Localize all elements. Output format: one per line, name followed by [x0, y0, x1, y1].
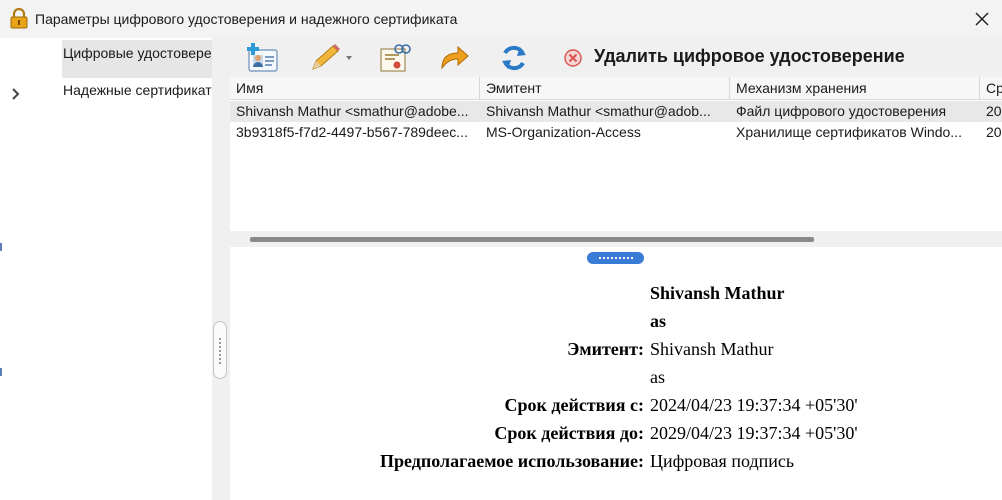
sidebar-item-digital-ids[interactable]: Цифровые удостоверения	[62, 40, 212, 78]
column-header-name[interactable]: Имя	[230, 77, 480, 100]
category-panel: Цифровые удостоверения Надежные сертифик…	[56, 38, 212, 500]
export-button[interactable]	[434, 38, 474, 77]
detail-usage-label: Предполагаемое использование:	[379, 451, 644, 471]
delete-button[interactable]	[560, 38, 586, 77]
toolbar: Удалить цифровое удостоверение	[230, 38, 1002, 77]
title-bar: Параметры цифрового удостоверения и наде…	[0, 0, 1002, 38]
refresh-button[interactable]	[494, 38, 534, 77]
scrollbar-thumb[interactable]	[250, 237, 814, 242]
detail-valid-from-value: 2024/04/23 19:37:34 +05'30'	[650, 395, 858, 415]
detail-valid-from-label: Срок действия с:	[504, 395, 645, 415]
detail-issuer-label: Эмитент:	[567, 339, 644, 359]
sidebar-item-trusted-certificates[interactable]: Надежные сертификаты	[62, 76, 212, 114]
delete-button-label[interactable]: Удалить цифровое удостоверение	[594, 46, 905, 67]
column-header-storage[interactable]: Механизм хранения	[730, 77, 980, 100]
ids-table: Имя Эмитент Механизм хранения Ср Shivans…	[230, 77, 1002, 231]
window-title: Параметры цифрового удостоверения и наде…	[35, 11, 458, 27]
nav-collapse-strip	[0, 38, 36, 500]
table-cell: 20	[986, 103, 1002, 119]
edge-marker	[0, 368, 2, 376]
export-arrow-icon	[441, 45, 469, 70]
table-row[interactable]: Shivansh Mathur <smathur@adobe... Shivan…	[230, 101, 1002, 122]
table-cell: Shivansh Mathur <smathur@adob...	[486, 103, 711, 119]
detail-issuer-value: Shivansh Mathur	[650, 339, 774, 359]
table-cell: Хранилище сертификатов Windo...	[736, 124, 962, 140]
table-header: Имя Эмитент Механизм хранения Ср	[230, 77, 1002, 100]
add-id-button[interactable]	[242, 38, 282, 77]
refresh-icon	[502, 45, 526, 70]
lock-icon	[10, 7, 28, 29]
certificate-details: Shivansh Mathur as Эмитент: Shivansh Mat…	[230, 270, 1002, 500]
horizontal-splitter-handle[interactable]	[587, 252, 644, 264]
detail-valid-to-label: Срок действия до:	[494, 423, 644, 443]
close-button[interactable]	[962, 0, 1002, 38]
dialog-window: Параметры цифрового удостоверения и наде…	[0, 0, 1002, 500]
table-cell: Файл цифрового удостоверения	[736, 103, 947, 119]
table-cell: 20	[986, 124, 1002, 140]
column-header-issuer[interactable]: Эмитент	[480, 77, 730, 100]
add-id-icon	[247, 42, 278, 72]
delete-x-icon	[564, 48, 582, 67]
pencil-icon	[312, 43, 352, 70]
panel-divider	[212, 38, 230, 500]
vertical-splitter-handle[interactable]	[213, 321, 227, 379]
certificate-details-button[interactable]	[374, 38, 414, 77]
detail-issuer-sub: as	[650, 367, 665, 387]
close-icon	[975, 12, 989, 26]
detail-valid-to-value: 2029/04/23 19:37:34 +05'30'	[650, 423, 858, 443]
chevron-right-icon[interactable]	[9, 87, 23, 101]
table-row[interactable]: 3b9318f5-f7d2-4497-b567-789deec... MS-Or…	[230, 122, 1002, 143]
edge-marker	[0, 243, 2, 251]
table-cell: Shivansh Mathur <smathur@adobe...	[236, 103, 469, 119]
table-cell: MS-Organization-Access	[486, 124, 641, 140]
horizontal-scrollbar[interactable]	[230, 231, 1002, 247]
edit-button[interactable]	[302, 38, 358, 77]
detail-name: Shivansh Mathur	[650, 283, 785, 303]
column-header-expires[interactable]: Ср	[980, 77, 1002, 100]
table-cell: 3b9318f5-f7d2-4497-b567-789deec...	[236, 124, 468, 140]
detail-name-sub: as	[650, 311, 667, 331]
detail-usage-value: Цифровая подпись	[650, 451, 795, 471]
certificate-icon	[380, 43, 411, 72]
